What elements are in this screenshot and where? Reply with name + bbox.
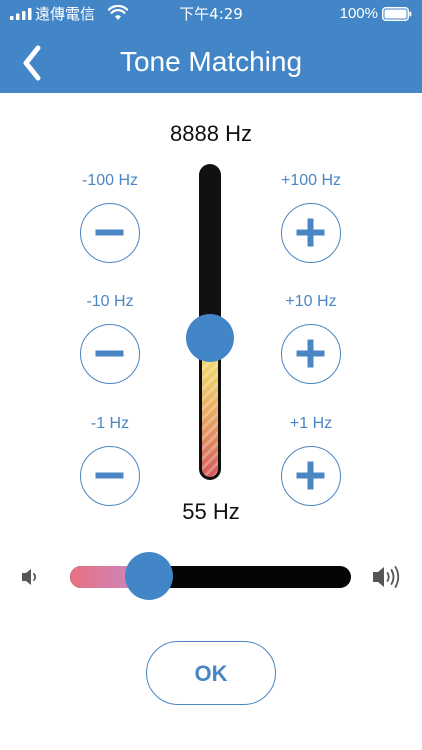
minus-100-label: -100 Hz	[81, 172, 139, 189]
volume-high-icon	[373, 566, 400, 588]
plus-1-label: +1 Hz	[289, 415, 333, 432]
frequency-slider-thumb[interactable]	[186, 313, 234, 362]
minus-icon	[95, 350, 124, 357]
ok-button[interactable]: OK	[146, 641, 276, 705]
volume-low-icon	[22, 569, 37, 585]
plus-icon	[296, 339, 325, 368]
minus-10-button[interactable]	[80, 324, 140, 384]
volume-slider-thumb[interactable]	[124, 552, 173, 600]
minus-10-label: -10 Hz	[86, 293, 134, 310]
plus-1-button[interactable]	[281, 446, 341, 506]
minus-icon	[95, 229, 124, 236]
status-bar: 遠傳電信 下午4:29 100%	[0, 0, 422, 30]
plus-100-label: +100 Hz	[280, 172, 342, 189]
plus-100-button[interactable]	[281, 203, 341, 263]
plus-10-label: +10 Hz	[285, 293, 337, 310]
minus-100-button[interactable]	[80, 203, 140, 263]
frequency-max-label: 8888 Hz	[170, 121, 252, 146]
battery-icon	[382, 7, 412, 21]
minus-1-button[interactable]	[80, 446, 140, 506]
page-title: Tone Matching	[119, 46, 303, 77]
minus-1-label: -1 Hz	[90, 415, 130, 432]
volume-slider-track[interactable]	[70, 566, 351, 588]
battery-percent: 100%	[339, 5, 378, 22]
plus-icon	[296, 218, 325, 247]
header-bar: 遠傳電信 下午4:29 100% Tone Matching	[0, 0, 422, 93]
plus-10-button[interactable]	[281, 324, 341, 384]
minus-icon	[95, 472, 124, 479]
frequency-min-label: 55 Hz	[182, 499, 240, 524]
tone-matching-screen: 遠傳電信 下午4:29 100% Tone Matching 8888 Hz -…	[0, 0, 422, 750]
plus-icon	[296, 461, 325, 490]
